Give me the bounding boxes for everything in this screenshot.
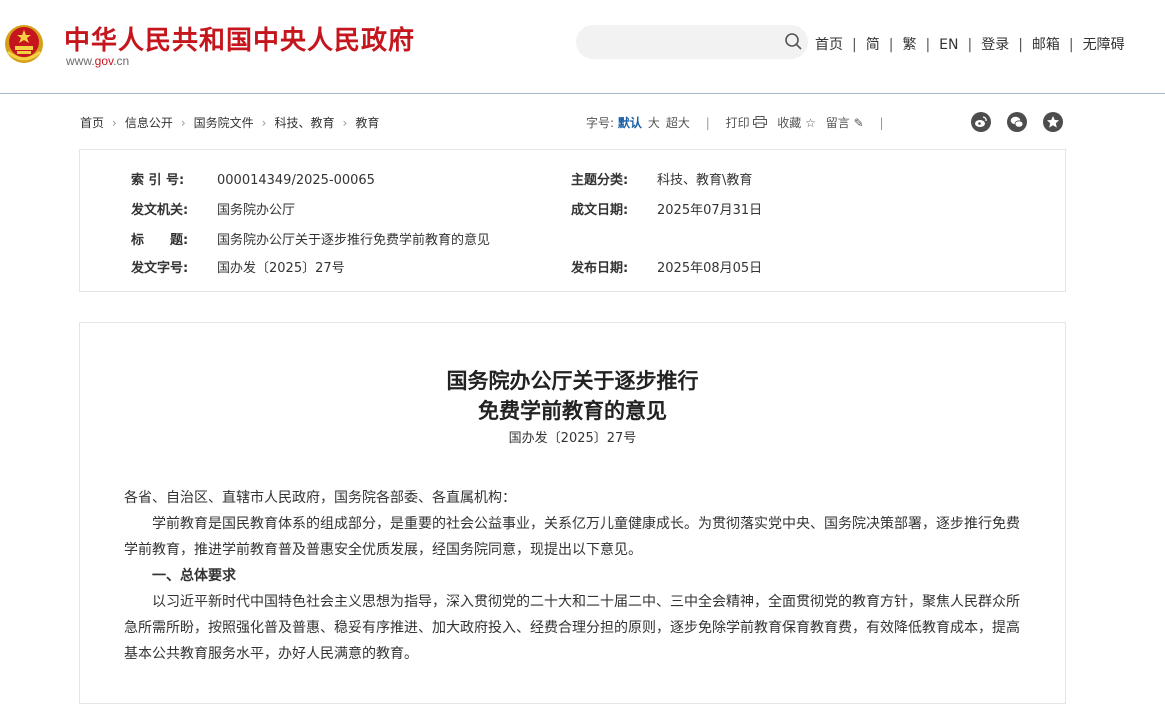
qzone-icon[interactable] — [1043, 112, 1063, 132]
article-title-line2: 免费学前教育的意见 — [478, 398, 667, 423]
header-divider — [0, 93, 1165, 94]
meta-docno-value: 国办发〔2025〕27号 — [217, 261, 345, 276]
article-doc-number: 国办发〔2025〕27号 — [508, 431, 637, 446]
search-icon[interactable] — [784, 32, 804, 52]
site-name[interactable]: 中华人民共和国中央人民政府 — [64, 20, 415, 57]
meta-date-written-value: 2025年07月31日 — [657, 203, 763, 218]
breadcrumb-home[interactable]: 首页 — [80, 116, 104, 130]
font-size-label: 字号: — [586, 116, 615, 130]
nav-link-english[interactable]: EN — [939, 37, 958, 53]
breadcrumb-sci-edu[interactable]: 科技、教育 — [274, 116, 334, 130]
search-input[interactable] — [576, 25, 808, 59]
meta-docno-label: 发文字号: — [131, 261, 189, 276]
meta-date-published-value: 2025年08月05日 — [657, 261, 763, 276]
document-metadata-table: 索 引 号: 000014349/2025-00065 主题分类: 科技、教育\教育… — [79, 149, 1066, 292]
wechat-icon[interactable] — [1007, 112, 1027, 132]
star-outline-icon: ☆ — [805, 116, 816, 130]
section-heading: 一、总体要求 — [152, 568, 236, 584]
national-emblem-logo[interactable] — [4, 22, 44, 64]
weibo-icon[interactable] — [971, 112, 991, 132]
comment-button[interactable]: 留言 ✎ — [826, 116, 864, 130]
site-url-prefix: www. — [66, 54, 95, 68]
meta-index: 索 引 号: 000014349/2025-00065 — [131, 169, 375, 188]
nav-link-accessibility[interactable]: 无障碍 — [1083, 37, 1125, 53]
meta-docno: 发文字号: 国办发〔2025〕27号 — [131, 257, 345, 276]
font-size-default[interactable]: 默认 — [618, 116, 642, 130]
meta-title: 标 题: 国务院办公厅关于逐步推行免费学前教育的意见 — [131, 229, 490, 248]
meta-date-published-label: 发布日期: — [571, 261, 629, 276]
breadcrumb-toolbar-row: 首页 › 信息公开 › 国务院文件 › 科技、教育 › 教育 字号: 默认大超大 | 打印 收藏… — [0, 112, 1165, 132]
breadcrumb-separator: › — [180, 116, 186, 130]
breadcrumb-separator: › — [342, 116, 348, 130]
breadcrumb: 首页 › 信息公开 › 国务院文件 › 科技、教育 › 教育 — [80, 114, 379, 131]
favorite-label: 收藏 — [777, 116, 802, 130]
breadcrumb-separator: › — [112, 116, 117, 130]
page-tools: 字号: 默认大超大 | 打印 收藏 ☆ 留言 ✎ | — [586, 116, 884, 130]
article-body: 各省、自治区、直辖市人民政府，国务院各部委、各直属机构： 学前教育是国民教育体系… — [124, 485, 1024, 667]
nav-link-login[interactable]: 登录 — [981, 37, 1009, 53]
meta-topic-value: 科技、教育\教育 — [657, 173, 753, 188]
article-content: 国务院办公厅关于逐步推行 免费学前教育的意见 国办发〔2025〕27号 各省、自… — [79, 322, 1066, 704]
nav-link-home[interactable]: 首页 — [815, 37, 843, 53]
site-url-suffix: .cn — [113, 54, 130, 68]
meta-issuer-label: 发文机关: — [131, 203, 189, 218]
breadcrumb-state-council-docs[interactable]: 国务院文件 — [194, 116, 254, 130]
breadcrumb-separator: › — [261, 116, 267, 130]
meta-title-value: 国务院办公厅关于逐步推行免费学前教育的意见 — [217, 233, 491, 248]
top-nav-links: 首页 | 简 | 繁 | EN | 登录 | 邮箱 | 无障碍 — [815, 37, 1125, 53]
meta-index-label: 索 引 号: — [131, 173, 185, 188]
font-size-xlarge[interactable]: 超大 — [666, 116, 690, 130]
breadcrumb-education[interactable]: 教育 — [355, 116, 379, 130]
nav-link-traditional[interactable]: 繁 — [902, 37, 916, 53]
nav-link-simplified[interactable]: 简 — [866, 37, 880, 53]
article-salutation: 各省、自治区、直辖市人民政府，国务院各部委、各直属机构： — [124, 490, 516, 506]
site-header: 中华人民共和国中央人民政府 www.gov.cn 首页 | 简 | 繁 | EN | 登录 | 邮箱… — [0, 0, 1165, 92]
comment-label: 留言 — [825, 116, 850, 130]
pen-icon: ✎ — [853, 116, 864, 130]
article-paragraph: 以习近平新时代中国特色社会主义思想为指导，深入贯彻党的二十大和二十届二中、三中全… — [124, 594, 1020, 662]
meta-date-published: 发布日期: 2025年08月05日 — [571, 257, 762, 276]
meta-date-written: 成文日期: 2025年07月31日 — [571, 199, 762, 218]
meta-date-written-label: 成文日期: — [571, 203, 629, 218]
print-button[interactable]: 打印 — [726, 116, 768, 130]
article-paragraph: 学前教育是国民教育体系的组成部分，是重要的社会公益事业，关系亿万儿童健康成长。为… — [124, 516, 1020, 558]
nav-link-mail[interactable]: 邮箱 — [1032, 37, 1060, 53]
meta-topic: 主题分类: 科技、教育\教育 — [571, 169, 752, 188]
article-title-line1: 国务院办公厅关于逐步推行 — [446, 368, 699, 393]
site-url-brand: gov — [94, 54, 114, 68]
breadcrumb-info-public[interactable]: 信息公开 — [125, 116, 173, 130]
site-url: www.gov.cn — [66, 54, 129, 68]
meta-issuer: 发文机关: 国务院办公厅 — [131, 199, 295, 218]
meta-index-value: 000014349/2025-00065 — [217, 173, 375, 188]
meta-title-label: 标 题: — [131, 233, 189, 248]
meta-issuer-value: 国务院办公厅 — [217, 203, 296, 218]
meta-topic-label: 主题分类: — [571, 173, 629, 188]
printer-icon — [753, 116, 768, 128]
print-label: 打印 — [725, 116, 750, 130]
font-size-large[interactable]: 大 — [648, 116, 660, 130]
favorite-button[interactable]: 收藏 ☆ — [777, 116, 816, 130]
